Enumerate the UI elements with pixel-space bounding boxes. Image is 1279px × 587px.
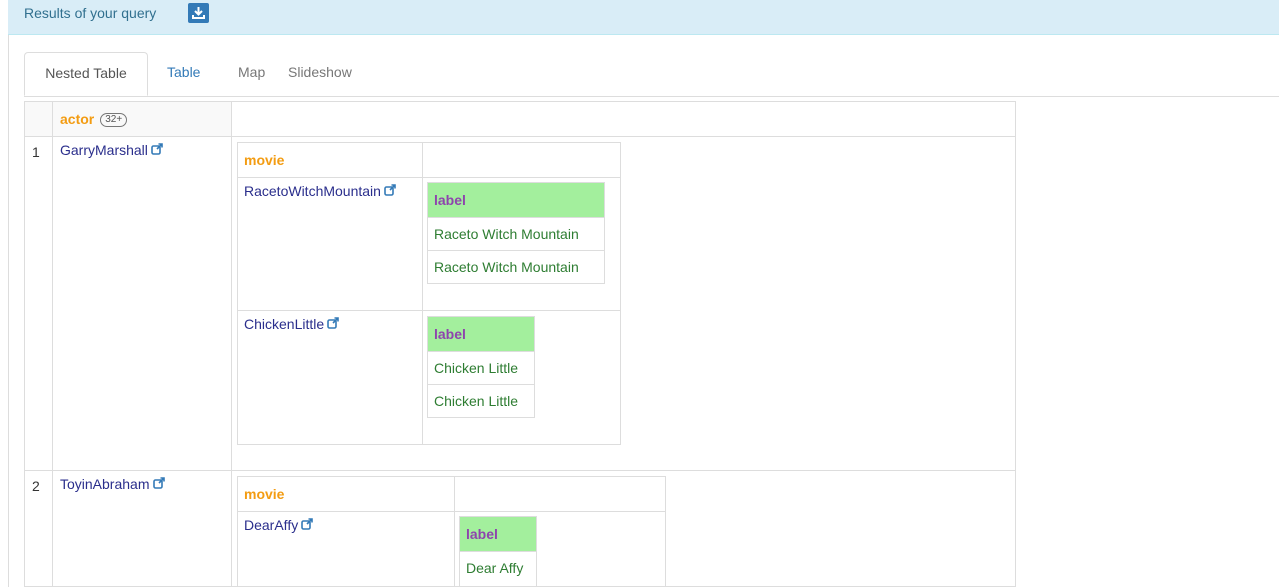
result-tabs: Nested Table Table Map Slideshow: [24, 52, 1279, 97]
row-number: 1: [32, 144, 40, 160]
movie-1-name-cell: RacetoWitchMountain: [237, 177, 423, 311]
label-value: Chicken Little: [434, 393, 519, 409]
actor-link-garry-marshall[interactable]: GarryMarshall: [60, 142, 148, 158]
results-panel-header: Results of your query: [8, 0, 1279, 35]
label-cell: Dear Affy: [459, 551, 537, 587]
panel-title: Results of your query: [24, 5, 157, 21]
label-cell: Raceto Witch Mountain: [427, 250, 605, 284]
row-2-movie-header: movie: [237, 476, 455, 512]
actor-link-toyin-abraham[interactable]: ToyinAbraham: [60, 476, 150, 492]
label-header: label: [466, 526, 498, 542]
movie-link-chicken-little[interactable]: ChickenLittle: [244, 316, 324, 332]
row-2-movie-header-empty: [454, 476, 666, 512]
header-empty-cell: [231, 101, 1016, 137]
row-1-movie-header-empty: [422, 142, 621, 178]
header-num-cell: [24, 101, 53, 137]
external-link-icon[interactable]: [151, 143, 163, 155]
label-cell: Chicken Little: [427, 351, 535, 385]
label-header: label: [434, 326, 466, 342]
label-cell: Raceto Witch Mountain: [427, 217, 605, 251]
movie-3-name-cell: DearAffy: [237, 511, 455, 587]
tab-table[interactable]: Table: [167, 52, 200, 95]
actor-header-label: actor: [60, 111, 95, 127]
download-icon: [192, 7, 205, 19]
movie-header-label: movie: [244, 152, 285, 168]
label-header-cell: label: [459, 516, 537, 552]
row-2-actor-cell: ToyinAbraham: [52, 470, 232, 587]
row-2-num-cell: 2: [24, 470, 53, 587]
external-link-icon[interactable]: [384, 184, 396, 196]
external-link-icon[interactable]: [327, 317, 339, 329]
label-header: label: [434, 192, 466, 208]
label-value: Raceto Witch Mountain: [434, 259, 579, 275]
download-button[interactable]: [188, 3, 209, 23]
panel-left-border: [8, 35, 9, 587]
actor-count-badge: 32+: [100, 113, 128, 128]
label-value: Dear Affy: [466, 560, 524, 576]
label-value: Chicken Little: [434, 360, 519, 376]
label-cell: Chicken Little: [427, 384, 535, 418]
tab-slideshow[interactable]: Slideshow: [288, 52, 352, 95]
row-1-actor-cell: GarryMarshall: [52, 136, 232, 471]
nested-table: actor 32+ 1 GarryMarshall movie RacetoWit…: [24, 101, 1016, 587]
external-link-icon[interactable]: [152, 477, 165, 489]
row-1-movie-header: movie: [237, 142, 423, 178]
label-value: Raceto Witch Mountain: [434, 226, 579, 242]
movie-header-label: movie: [244, 486, 285, 502]
tab-nested-table[interactable]: Nested Table: [24, 52, 148, 96]
label-header-cell: label: [427, 316, 535, 352]
movie-link-raceto-witch-mountain[interactable]: RacetoWitchMountain: [244, 183, 381, 199]
movie-link-dear-affy[interactable]: DearAffy: [244, 517, 298, 533]
tab-map[interactable]: Map: [238, 52, 265, 95]
row-number: 2: [32, 478, 40, 494]
movie-2-name-cell: ChickenLittle: [237, 310, 423, 445]
external-link-icon[interactable]: [301, 518, 314, 530]
row-1-num-cell: 1: [24, 136, 53, 471]
header-actor-cell: actor 32+: [52, 101, 232, 137]
label-header-cell: label: [427, 182, 605, 218]
